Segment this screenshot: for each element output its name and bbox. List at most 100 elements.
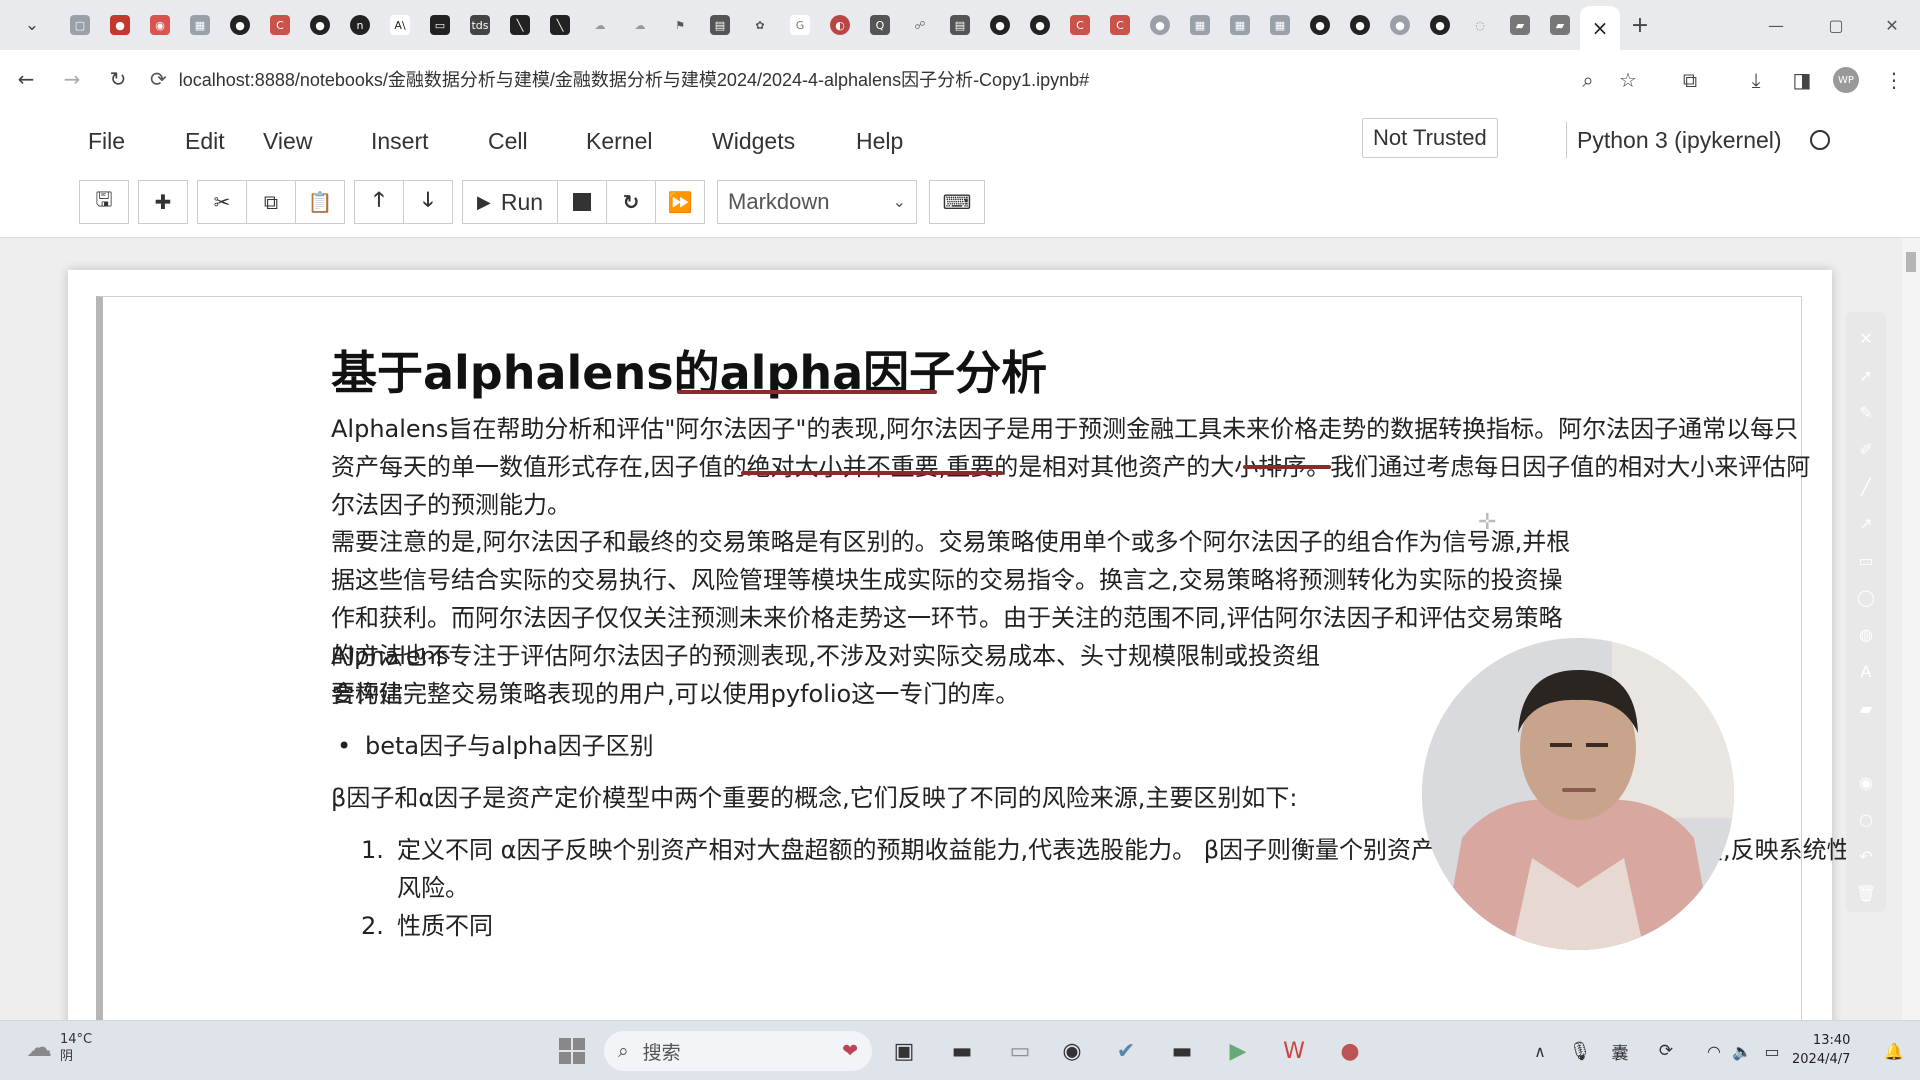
cell-type-select[interactable]: Markdown ⌄: [717, 180, 918, 224]
menu-kernel[interactable]: Kernel: [586, 122, 712, 161]
cut-button[interactable]: ✂: [197, 180, 247, 224]
vertical-scrollbar[interactable]: [1902, 238, 1920, 1020]
restart-run-all-button[interactable]: ⏩: [655, 180, 706, 224]
tab-favicon[interactable]: ▦: [1180, 5, 1220, 45]
close-icon[interactable]: ✕: [1851, 320, 1881, 357]
tab-favicon[interactable]: A\: [380, 5, 420, 45]
rectangle-icon[interactable]: ▭: [1851, 542, 1881, 579]
tab-favicon[interactable]: ◉: [140, 5, 180, 45]
system-clock[interactable]: 13:40 2024/4/7: [1792, 1031, 1850, 1069]
pointer-icon[interactable]: ➚: [1851, 357, 1881, 394]
menu-edit[interactable]: Edit: [185, 122, 263, 161]
tab-favicon[interactable]: ◐: [820, 5, 860, 45]
tab-favicon[interactable]: Q: [860, 5, 900, 45]
menu-insert[interactable]: Insert: [371, 122, 488, 161]
restart-button[interactable]: ↻: [606, 180, 657, 224]
tab-favicon[interactable]: ●: [100, 5, 140, 45]
menu-cell[interactable]: Cell: [488, 122, 586, 161]
taskbar-app[interactable]: ✔: [1106, 1031, 1146, 1071]
tab-close-icon[interactable]: ×: [1590, 16, 1610, 40]
maximize-button[interactable]: ▢: [1806, 0, 1866, 50]
cloud-icon[interactable]: ☁: [620, 5, 660, 45]
input-method-icon[interactable]: 囊: [1600, 1031, 1640, 1071]
microphone-icon[interactable]: 🎙: [1560, 1031, 1600, 1071]
color-palette-icon[interactable]: ◍: [1851, 616, 1881, 653]
menu-file[interactable]: File: [88, 122, 185, 161]
command-palette-button[interactable]: ⌨: [929, 180, 986, 224]
url-field[interactable]: ⟳ localhost:8888/notebooks/金融数据分析与建模/金融数…: [150, 58, 1550, 100]
google-icon[interactable]: G: [780, 5, 820, 45]
site-info-icon[interactable]: ⟳: [150, 67, 167, 92]
tab-favicon[interactable]: ╲: [500, 5, 540, 45]
tab-favicon[interactable]: ▦: [1220, 5, 1260, 45]
record-icon[interactable]: ◉: [1851, 764, 1881, 801]
minimize-button[interactable]: —: [1746, 0, 1806, 50]
extensions-icon[interactable]: ⧉: [1672, 62, 1708, 98]
taskbar-app[interactable]: ▣: [884, 1031, 924, 1071]
side-panel-icon[interactable]: ◨: [1784, 62, 1820, 98]
github-icon[interactable]: ●: [1340, 5, 1380, 45]
tab-favicon[interactable]: ▦: [1260, 5, 1300, 45]
trust-status-button[interactable]: Not Trusted: [1362, 118, 1498, 158]
back-button[interactable]: ←: [8, 61, 44, 97]
menu-widgets[interactable]: Widgets: [712, 122, 856, 161]
taskbar-app[interactable]: ◉: [1052, 1031, 1092, 1071]
github-icon[interactable]: ●: [1420, 5, 1460, 45]
browser-menu-icon[interactable]: ⋮: [1876, 62, 1912, 98]
highlighter-icon[interactable]: ✐: [1851, 431, 1881, 468]
tab-favicon[interactable]: ▰: [1500, 5, 1540, 45]
arrow-icon[interactable]: ↗: [1851, 505, 1881, 542]
weather-widget[interactable]: ☁ 14°C 阴: [26, 1031, 92, 1065]
file-explorer-icon[interactable]: ▭: [1000, 1031, 1040, 1071]
trash-icon[interactable]: 🗑: [1851, 875, 1881, 912]
line-icon[interactable]: ╱: [1851, 468, 1881, 505]
tab-favicon[interactable]: C: [1100, 5, 1140, 45]
undo-icon[interactable]: ↶: [1851, 838, 1881, 875]
tab-favicon[interactable]: ▭: [420, 5, 460, 45]
tab-favicon[interactable]: tds: [460, 5, 500, 45]
reload-button[interactable]: ↻: [100, 61, 136, 97]
move-up-button[interactable]: 🡑: [354, 180, 404, 224]
tab-favicon[interactable]: ⚑: [660, 5, 700, 45]
notification-icon[interactable]: 🔔: [1874, 1031, 1914, 1071]
tab-favicon[interactable]: C: [260, 5, 300, 45]
scrollbar-thumb[interactable]: [1906, 252, 1916, 272]
cloud-icon[interactable]: ☁: [580, 5, 620, 45]
menu-help[interactable]: Help: [856, 122, 936, 161]
tab-favicon[interactable]: ▢: [60, 5, 100, 45]
github-icon[interactable]: ●: [1300, 5, 1340, 45]
tab-favicon[interactable]: ╲: [540, 5, 580, 45]
circle-icon[interactable]: ○: [1851, 801, 1881, 838]
save-button[interactable]: 🖫: [79, 180, 129, 224]
tab-favicon[interactable]: ✿: [740, 5, 780, 45]
copy-button[interactable]: ⧉: [246, 180, 296, 224]
start-button[interactable]: [552, 1031, 592, 1071]
window-close-button[interactable]: ✕: [1862, 0, 1920, 50]
tray-chevron-icon[interactable]: ∧: [1520, 1031, 1560, 1071]
tab-favicon[interactable]: ☍: [900, 5, 940, 45]
tab-favicon[interactable]: ▰: [1540, 5, 1580, 45]
zoom-icon[interactable]: ⌕: [1570, 62, 1606, 98]
tray-app-icon[interactable]: ⟳: [1646, 1031, 1686, 1071]
ellipse-icon[interactable]: ◯: [1851, 579, 1881, 616]
taskbar-app[interactable]: ▬: [942, 1031, 982, 1071]
profile-avatar[interactable]: WP: [1828, 62, 1864, 98]
tab-favicon[interactable]: ▤: [700, 5, 740, 45]
github-icon[interactable]: ●: [1020, 5, 1060, 45]
github-icon[interactable]: ●: [220, 5, 260, 45]
forward-button[interactable]: →: [54, 61, 90, 97]
download-icon[interactable]: ⤓: [1738, 62, 1774, 98]
tab-favicon[interactable]: ●: [1140, 5, 1180, 45]
taskbar-app[interactable]: ●: [1330, 1031, 1370, 1071]
eraser-icon[interactable]: ▰: [1851, 690, 1881, 727]
insert-cell-button[interactable]: ✚: [138, 180, 188, 224]
menu-view[interactable]: View: [263, 122, 371, 161]
tab-favicon[interactable]: C: [1060, 5, 1100, 45]
battery-icon[interactable]: ▭: [1752, 1031, 1792, 1071]
bookmark-star-icon[interactable]: ☆: [1610, 62, 1646, 98]
paste-button[interactable]: 📋: [295, 180, 345, 224]
github-icon[interactable]: ●: [300, 5, 340, 45]
text-icon[interactable]: A: [1851, 653, 1881, 690]
move-down-button[interactable]: 🡓: [403, 180, 453, 224]
tab-favicon[interactable]: ▦: [180, 5, 220, 45]
